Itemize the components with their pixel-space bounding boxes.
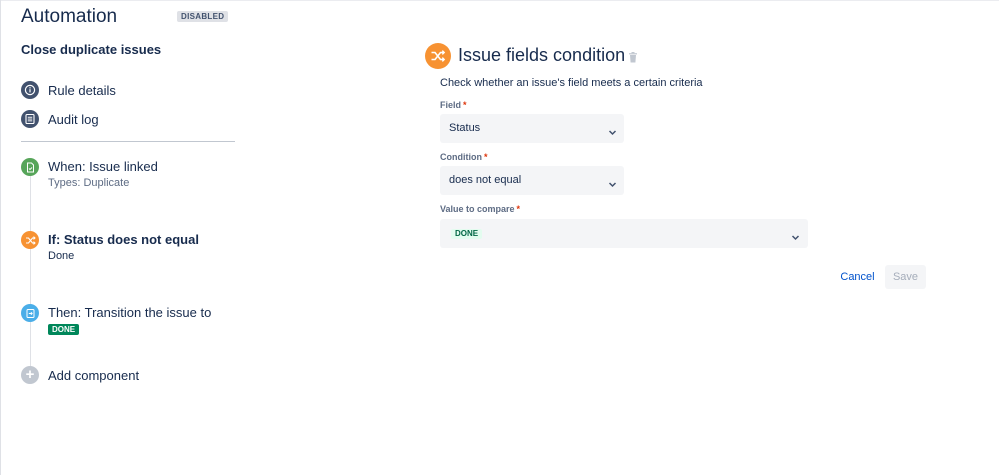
required-asterisk: * xyxy=(463,100,467,110)
top-border xyxy=(0,0,999,1)
condition-select-value: does not equal xyxy=(449,174,522,186)
nav-audit-log[interactable]: Audit log xyxy=(21,109,99,129)
step-condition-subtitle: Done xyxy=(48,250,75,262)
required-asterisk: * xyxy=(516,204,521,214)
shuffle-icon xyxy=(425,43,451,69)
shuffle-icon xyxy=(21,231,39,249)
add-component-label: Add component xyxy=(48,367,140,383)
page-title: Automation xyxy=(21,6,118,27)
field-label-text: Field xyxy=(440,100,462,110)
info-icon xyxy=(21,81,39,99)
list-icon xyxy=(21,110,39,128)
step-trigger-subtitle: Types: Duplicate xyxy=(48,177,130,189)
required-asterisk: * xyxy=(484,152,488,162)
rule-state-badge: DISABLED xyxy=(177,11,229,22)
add-component-button[interactable]: + Add component xyxy=(21,366,139,384)
sidebar-divider xyxy=(21,141,235,142)
transition-icon xyxy=(21,304,39,322)
nav-audit-log-label: Audit log xyxy=(48,111,99,127)
chevron-down-icon xyxy=(791,229,800,247)
save-button[interactable]: Save xyxy=(885,265,926,289)
left-border xyxy=(0,0,1,475)
step-trigger-title: When: Issue linked xyxy=(48,159,158,174)
cancel-button[interactable]: Cancel xyxy=(835,265,880,289)
field-select[interactable]: Status xyxy=(440,114,624,143)
condition-label-text: Condition xyxy=(440,152,482,162)
status-badge-done: DONE xyxy=(48,324,80,335)
rule-name: Close duplicate issues xyxy=(21,42,162,57)
step-action-title: Then: Transition the issue to xyxy=(48,305,212,320)
nav-rule-details-label: Rule details xyxy=(48,82,116,98)
nav-rule-details[interactable]: Rule details xyxy=(21,80,116,100)
trash-icon[interactable] xyxy=(628,50,638,68)
field-label: Field * xyxy=(440,100,467,110)
plus-icon: + xyxy=(21,366,39,384)
condition-label: Condition * xyxy=(440,152,488,162)
condition-select[interactable]: does not equal xyxy=(440,166,624,195)
chevron-down-icon xyxy=(608,176,617,194)
step-condition-title: If: Status does not equal xyxy=(48,232,199,247)
panel-description: Check whether an issue's field meets a c… xyxy=(440,77,703,89)
chevron-down-icon xyxy=(608,124,617,142)
panel-title: Issue fields condition xyxy=(458,45,626,65)
compare-value-lozenge: DONE xyxy=(451,229,483,239)
timeline-connector xyxy=(30,170,31,370)
compare-label-text: Value to compare xyxy=(440,204,515,214)
field-select-value: Status xyxy=(449,122,481,134)
compare-select[interactable]: DONE xyxy=(440,219,808,248)
document-icon xyxy=(21,158,39,176)
compare-label: Value to compare * xyxy=(440,204,520,214)
